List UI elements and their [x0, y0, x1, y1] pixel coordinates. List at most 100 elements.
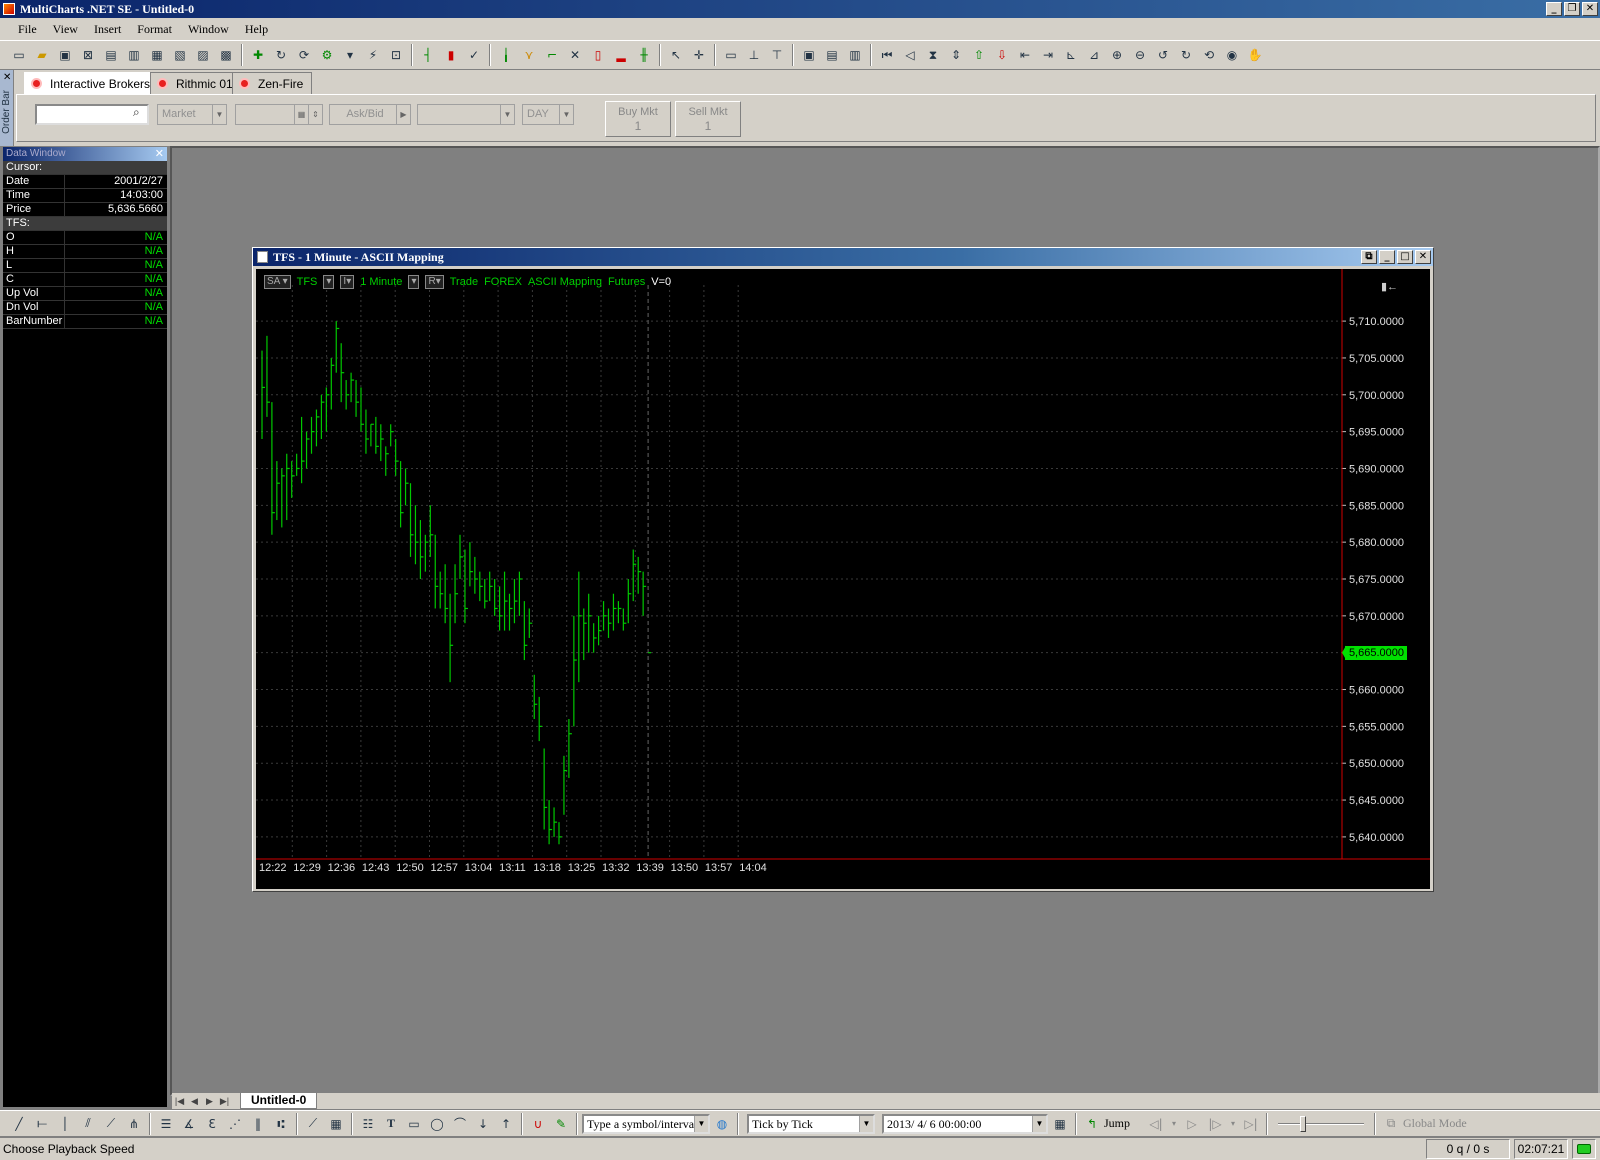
first-tab-icon[interactable]: |◀	[172, 1096, 187, 1107]
properties-icon[interactable]: ⊡	[385, 44, 407, 66]
ohlc-icon[interactable]: ╽	[495, 44, 517, 66]
menu-file[interactable]: File	[10, 22, 45, 37]
order-type-select[interactable]: Market ▼	[157, 104, 227, 125]
last-tab-icon[interactable]: ▶|	[217, 1096, 232, 1107]
globe-icon[interactable]: ◍	[711, 1113, 733, 1135]
ellipse-icon[interactable]: ◯	[426, 1113, 448, 1135]
speed-lines-icon[interactable]: ⋰	[224, 1113, 246, 1135]
symbol-search-input[interactable]	[35, 104, 149, 125]
chevron-down-icon[interactable]: ▾	[1227, 1113, 1239, 1135]
new-scanner-icon[interactable]: ▥	[123, 44, 145, 66]
calendar-icon[interactable]: ▦	[1049, 1113, 1071, 1135]
format-study-icon[interactable]: ↻	[270, 44, 292, 66]
interval-dropdown-icon[interactable]: I▾	[340, 275, 355, 289]
refresh-icon[interactable]: ⟳	[293, 44, 315, 66]
jump-button[interactable]: Jump	[1104, 1116, 1130, 1131]
crosshair-icon[interactable]: ✛	[688, 44, 710, 66]
histogram-icon[interactable]: ▂	[610, 44, 632, 66]
order-buy-icon[interactable]: ⊥	[743, 44, 765, 66]
close-icon[interactable]: ⊠	[77, 44, 99, 66]
expand-icon[interactable]: ⇥	[1037, 44, 1059, 66]
next-tab-icon[interactable]: ▶	[202, 1096, 217, 1107]
global-mode-toggle[interactable]: Global Mode	[1403, 1116, 1467, 1131]
rectangle-icon[interactable]: ▭	[403, 1113, 425, 1135]
detach-button[interactable]: ⧉	[1361, 250, 1377, 264]
new-chart-icon[interactable]: ▤	[100, 44, 122, 66]
order-bar-side-tab[interactable]: ✕ Order Bar	[0, 70, 14, 146]
time-zones-icon[interactable]: ⑆	[270, 1113, 292, 1135]
playback-date-picker[interactable]: 2013/ 4/ 6 00:00:00 ▼	[882, 1113, 1048, 1134]
prev-tab-icon[interactable]: ◀	[187, 1096, 202, 1107]
cursor-icon[interactable]: ↖	[665, 44, 687, 66]
new-dom-icon[interactable]: ▦	[146, 44, 168, 66]
status-line-sa-box[interactable]: SA ▾	[264, 275, 291, 289]
anchor-right-icon[interactable]: ⊿	[1083, 44, 1105, 66]
legend-symbol[interactable]: TFS	[297, 276, 318, 288]
account-select[interactable]: ▼	[417, 104, 515, 125]
text-list-icon[interactable]: ☷	[357, 1113, 379, 1135]
line-chart-icon[interactable]: ⌐	[541, 44, 563, 66]
new-portfolio-icon[interactable]: ▨	[192, 44, 214, 66]
text-icon[interactable]: T	[380, 1113, 402, 1135]
new-workspace-icon[interactable]: ▭	[8, 44, 30, 66]
new-order-icon[interactable]: ▧	[169, 44, 191, 66]
jump-icon[interactable]: ↰	[1081, 1113, 1103, 1135]
chevron-down-icon[interactable]: ▾	[1168, 1113, 1180, 1135]
chart-type-icon[interactable]: ╫	[633, 44, 655, 66]
sell-market-button[interactable]: Sell Mkt 1	[675, 101, 741, 137]
link-window-icon[interactable]: ▥	[844, 44, 866, 66]
channel-icon[interactable]: ⫽	[77, 1113, 99, 1135]
range-dropdown-icon[interactable]: R▾	[425, 275, 444, 289]
up-arrow-icon[interactable]: ⇧	[968, 44, 990, 66]
undo-zoom-icon[interactable]: ↺	[1152, 44, 1174, 66]
elliott-wave-icon[interactable]: Ɛ	[201, 1113, 223, 1135]
candlestick-icon[interactable]: ▯	[587, 44, 609, 66]
ray-icon[interactable]: ⟋	[100, 1113, 122, 1135]
order-bar-close-icon[interactable]: ✕	[3, 72, 11, 83]
save-icon[interactable]: ▣	[54, 44, 76, 66]
menu-help[interactable]: Help	[237, 22, 276, 37]
search-icon[interactable]: ⌕	[133, 105, 140, 120]
close-button[interactable]: ✕	[1415, 250, 1431, 264]
magnet-icon[interactable]: ∪	[527, 1113, 549, 1135]
arrow-up-icon[interactable]: ↑	[495, 1113, 517, 1135]
arrow-down-icon[interactable]: ↓	[472, 1113, 494, 1135]
down-arrow-icon[interactable]: ⇩	[991, 44, 1013, 66]
menu-format[interactable]: Format	[129, 22, 180, 37]
price-stepper[interactable]: ▦ ⇕	[235, 104, 323, 125]
gann-fan-icon[interactable]: ∡	[178, 1113, 200, 1135]
quote-select[interactable]: Ask/Bid ▶	[329, 104, 411, 125]
rotate-icon[interactable]: ⟲	[1198, 44, 1220, 66]
open-icon[interactable]: ▰	[31, 44, 53, 66]
layout-icon[interactable]: ▣	[798, 44, 820, 66]
menu-insert[interactable]: Insert	[86, 22, 129, 37]
menu-view[interactable]: View	[45, 22, 86, 37]
symbol-interval-combo[interactable]: Type a symbol/interval ▼	[582, 1113, 710, 1134]
buy-market-button[interactable]: Buy Mkt 1	[605, 101, 671, 137]
line-icon[interactable]: ✓	[463, 44, 485, 66]
connection-indicator[interactable]	[1572, 1139, 1596, 1159]
menu-window[interactable]: Window	[180, 22, 237, 37]
scroll-back-icon[interactable]: ◁	[899, 44, 921, 66]
zoom-in-icon[interactable]: ⊕	[1106, 44, 1128, 66]
workspace-tab[interactable]: Untitled-0	[240, 1093, 318, 1109]
candle-icon[interactable]: ▮	[440, 44, 462, 66]
alert-icon[interactable]: ⚡	[362, 44, 384, 66]
broker-tab-interactive-brokers[interactable]: Interactive Brokers	[24, 72, 160, 94]
vertical-line-icon[interactable]: │	[54, 1113, 76, 1135]
scale-icon[interactable]: ⇕	[945, 44, 967, 66]
zoom-out-icon[interactable]: ⊖	[1129, 44, 1151, 66]
cycle-lines-icon[interactable]: ‖	[247, 1113, 269, 1135]
chart-window[interactable]: TFS - 1 Minute - ASCII Mapping ⧉ _ □ ✕ 1…	[252, 247, 1434, 892]
broker-tab-rithmic[interactable]: Rithmic 01	[150, 72, 242, 94]
horizontal-line-icon[interactable]: ⟝	[31, 1113, 53, 1135]
regression-icon[interactable]: ⟋	[302, 1113, 324, 1135]
arc-icon[interactable]: ⌒	[449, 1113, 471, 1135]
playback-speed-select[interactable]: Tick by Tick ▼	[747, 1113, 875, 1134]
go-to-end-icon[interactable]: ▷|	[1240, 1113, 1262, 1135]
spin-icon[interactable]: ⇕	[308, 105, 322, 124]
scroll-to-end-icon[interactable]: ▮←	[1381, 280, 1398, 293]
point-figure-icon[interactable]: ✕	[564, 44, 586, 66]
dropdown-icon[interactable]: ▾	[339, 44, 361, 66]
close-button[interactable]: ✕	[1582, 2, 1598, 16]
